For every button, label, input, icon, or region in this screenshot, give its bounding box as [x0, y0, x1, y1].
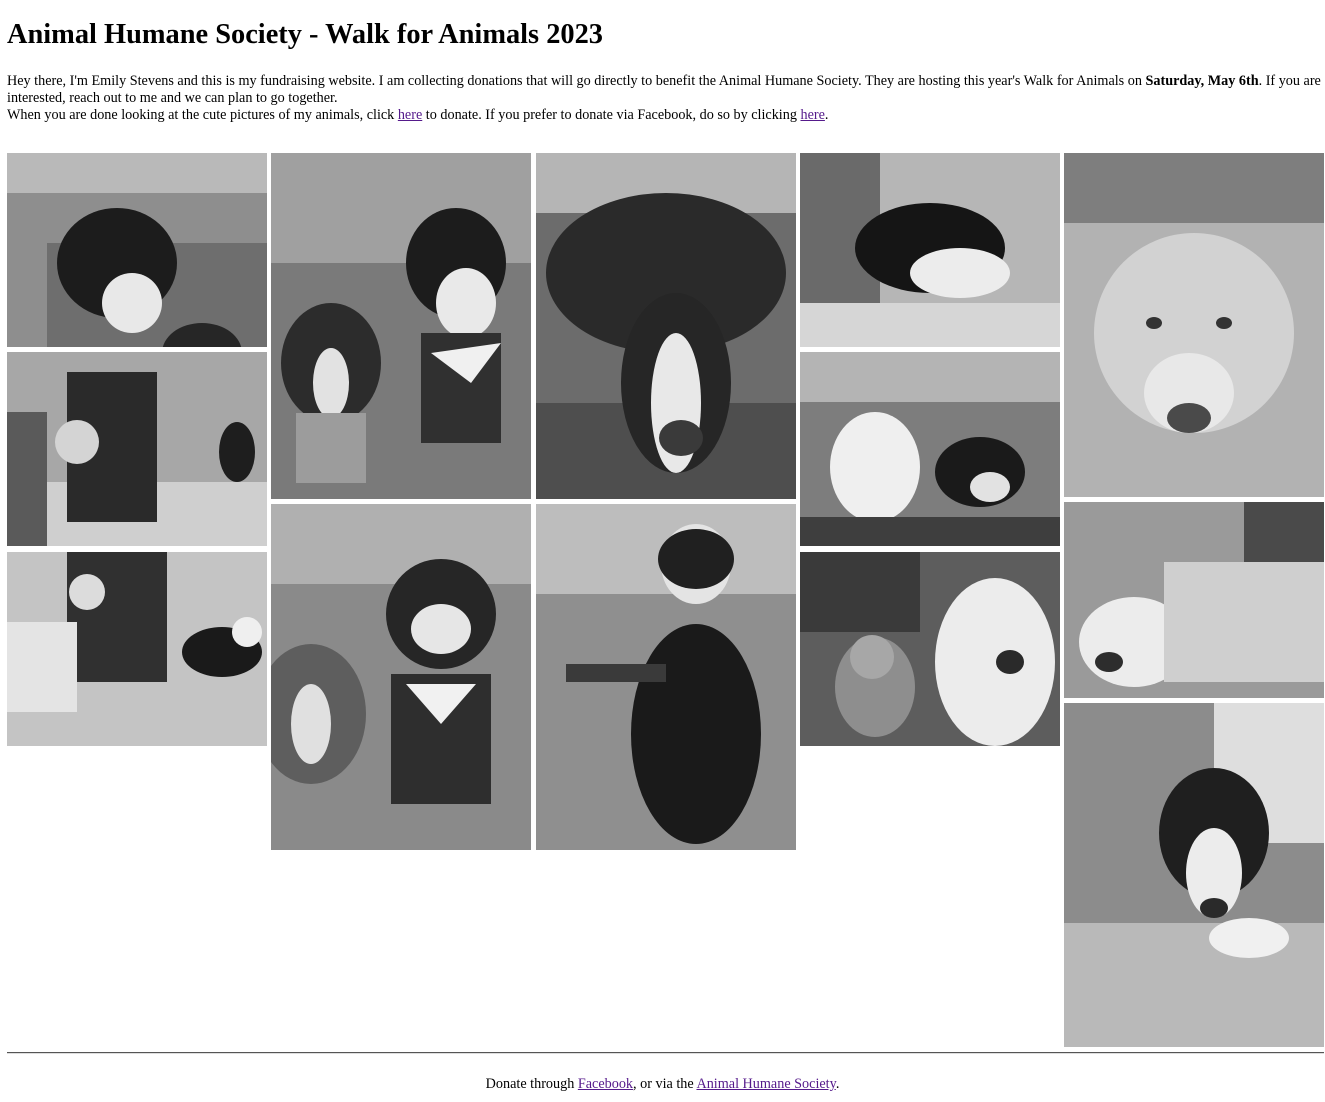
page-title: Animal Humane Society - Walk for Animals…: [7, 19, 603, 50]
photo-dog-under-blanket: [1064, 502, 1324, 698]
photo-dog-harness-grass: [536, 504, 796, 850]
donate-line-text: When you are done looking at the cute pi…: [7, 107, 398, 123]
footer-text-end: .: [835, 1076, 840, 1092]
footer-text-middle: , or via the: [633, 1076, 697, 1092]
photo-dogs-smiling: [271, 504, 531, 850]
intro-text: Hey there, I'm Emily Stevens and this is…: [7, 73, 1146, 89]
photo-dog-sleeping-blanket: [800, 153, 1060, 347]
intro-section: Hey there, I'm Emily Stevens and this is…: [7, 73, 1325, 124]
photo-stroller-walk: [7, 352, 267, 546]
footer: Donate through Facebook, or via the Anim…: [0, 1076, 1325, 1093]
photo-two-dogs-outdoors: [271, 153, 531, 499]
photo-toddler-stroller-dog: [7, 552, 267, 746]
intro-paragraph: Hey there, I'm Emily Stevens and this is…: [7, 73, 1325, 107]
photo-dog-on-pillow: [1064, 153, 1324, 497]
photo-dog-bandana-car: [536, 153, 796, 499]
donate-line-text-middle: to donate. If you prefer to donate via F…: [422, 107, 801, 123]
footer-text: Donate through: [485, 1076, 578, 1092]
donate-line-end: .: [824, 107, 829, 123]
footer-divider: [7, 1052, 1324, 1054]
photo-dogs-in-car: [7, 153, 267, 347]
intro-donate-line: When you are done looking at the cute pi…: [7, 107, 1325, 124]
donate-link[interactable]: here: [398, 107, 422, 123]
footer-facebook-link[interactable]: Facebook: [578, 1076, 633, 1092]
footer-ahs-link[interactable]: Animal Humane Society: [696, 1076, 835, 1092]
photo-two-dogs-on-blanket: [800, 352, 1060, 546]
facebook-donate-link[interactable]: here: [800, 107, 824, 123]
photo-cat-and-dog: [800, 552, 1060, 746]
event-date: Saturday, May 6th: [1145, 73, 1259, 89]
photo-dog-on-couch: [1064, 703, 1324, 1047]
page: Animal Humane Society - Walk for Animals…: [0, 0, 1325, 1102]
